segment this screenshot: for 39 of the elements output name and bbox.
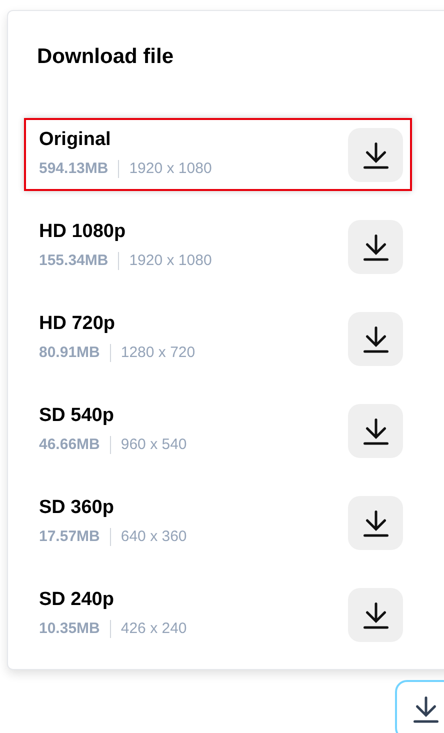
option-label: SD 360p bbox=[39, 496, 115, 520]
download-option[interactable]: SD 540p 46.66MB 960 x 540 bbox=[24, 394, 412, 467]
download-icon bbox=[360, 232, 390, 262]
file-size: 10.35MB bbox=[39, 619, 100, 640]
resolution: 1920 x 1080 bbox=[129, 159, 212, 180]
resolution: 1280 x 720 bbox=[120, 343, 196, 364]
resolution: 1920 x 1080 bbox=[129, 251, 212, 272]
download-icon bbox=[360, 508, 390, 538]
option-label: Original bbox=[39, 128, 112, 152]
download-icon bbox=[360, 600, 390, 630]
option-label: HD 1080p bbox=[39, 220, 127, 244]
download-button[interactable] bbox=[348, 404, 403, 458]
option-label: SD 540p bbox=[39, 404, 115, 428]
download-button[interactable] bbox=[348, 496, 403, 550]
dialog-title: Download file bbox=[37, 44, 174, 70]
download-button[interactable] bbox=[395, 680, 444, 733]
download-option[interactable]: SD 360p 17.57MB 640 x 360 bbox=[24, 486, 412, 559]
download-button[interactable] bbox=[348, 220, 403, 274]
download-icon bbox=[360, 324, 390, 354]
download-button[interactable] bbox=[348, 588, 403, 642]
resolution: 426 x 240 bbox=[120, 619, 187, 640]
file-size: 46.66MB bbox=[39, 435, 100, 456]
download-icon bbox=[411, 694, 441, 724]
file-size: 80.91MB bbox=[39, 343, 100, 364]
option-label: SD 240p bbox=[39, 588, 115, 612]
download-button[interactable] bbox=[348, 312, 403, 366]
resolution: 960 x 540 bbox=[120, 435, 187, 456]
download-icon bbox=[360, 140, 390, 170]
file-size: 594.13MB bbox=[39, 159, 108, 180]
download-option[interactable]: Original 594.13MB 1920 x 1080 bbox=[24, 118, 412, 191]
file-size: 17.57MB bbox=[39, 527, 100, 548]
option-label: HD 720p bbox=[39, 312, 116, 336]
download-icon bbox=[360, 416, 390, 446]
download-option[interactable]: SD 240p 10.35MB 426 x 240 bbox=[24, 578, 412, 651]
file-size: 155.34MB bbox=[39, 251, 108, 272]
download-option[interactable]: HD 1080p 155.34MB 1920 x 1080 bbox=[24, 210, 412, 283]
download-option[interactable]: HD 720p 80.91MB 1280 x 720 bbox=[24, 302, 412, 375]
download-button[interactable] bbox=[348, 128, 403, 182]
resolution: 640 x 360 bbox=[120, 527, 187, 548]
